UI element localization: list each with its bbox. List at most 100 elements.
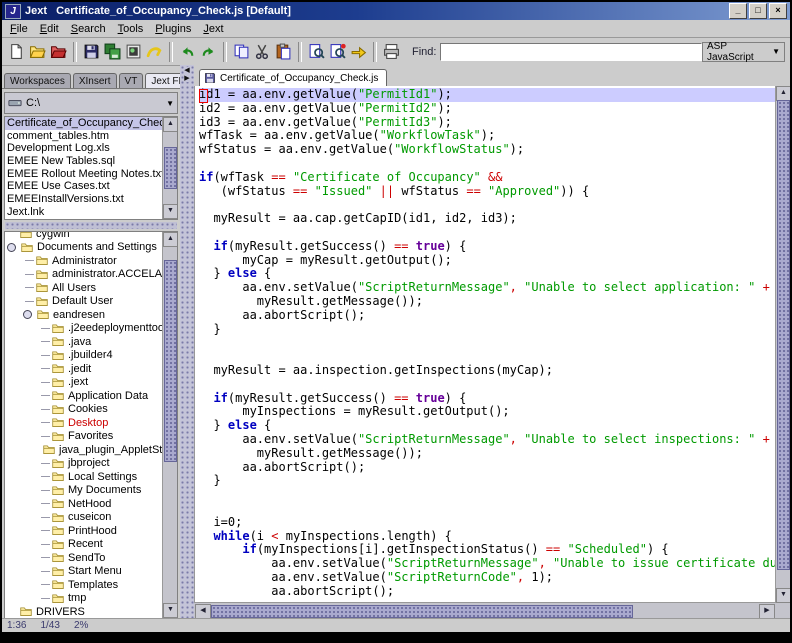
file-item[interactable]: comment_tables.htm (5, 130, 165, 143)
scroll-up-icon[interactable]: ▲ (163, 117, 178, 132)
file-item[interactable]: EMEE Rollout Meeting Notes.txt (5, 168, 165, 181)
goto-line-icon[interactable] (348, 41, 369, 63)
tree-item-application-data[interactable]: Application Data (5, 389, 177, 403)
tree-item-printhood[interactable]: PrintHood (5, 524, 177, 538)
maximize-button[interactable]: □ (749, 3, 767, 19)
code-line (199, 502, 776, 516)
editor-horizontal-scrollbar[interactable]: ◀ ▶ (194, 602, 776, 619)
tree-item-all-users[interactable]: All Users (5, 281, 177, 295)
close-file-icon[interactable] (48, 41, 69, 63)
scroll-up-icon[interactable]: ▲ (163, 232, 178, 247)
tree-item-administrator-accela[interactable]: administrator.ACCELA (5, 268, 177, 282)
tree-item--java[interactable]: .java (5, 335, 177, 349)
find-replace-icon[interactable] (327, 41, 348, 63)
tree-item-jbproject[interactable]: jbproject (5, 457, 177, 471)
file-item[interactable]: EMEEInstallVersions.txt (5, 193, 165, 206)
paste-icon[interactable] (273, 41, 294, 63)
scroll-right-icon[interactable]: ▶ (759, 604, 775, 619)
minimize-button[interactable]: _ (729, 3, 747, 19)
window-controls: _□× (729, 3, 787, 19)
tab-xinsert[interactable]: XInsert (73, 73, 117, 88)
scroll-down-icon[interactable]: ▼ (776, 588, 791, 603)
file-list-scrollbar[interactable]: ▲ ▼ (162, 117, 177, 219)
tree-item-administrator[interactable]: Administrator (5, 254, 177, 268)
tree-item-default-user[interactable]: Default User (5, 295, 177, 309)
tree-item-templates[interactable]: Templates (5, 578, 177, 592)
caret-position: 1:36 (7, 620, 26, 631)
file-item[interactable]: EMEE New Tables.sql (5, 155, 165, 168)
tree-item--jedit[interactable]: .jedit (5, 362, 177, 376)
tree-scrollbar[interactable]: ▲ ▼ (162, 232, 177, 618)
menu-plugins[interactable]: Plugins (151, 22, 199, 36)
file-item[interactable]: EMEE Use Cases.txt (5, 180, 165, 193)
menu-file[interactable]: File (6, 22, 36, 36)
tree-item-start-menu[interactable]: Start Menu (5, 565, 177, 579)
copy-icon[interactable] (231, 41, 252, 63)
tree-item-desktop[interactable]: Desktop (5, 416, 177, 430)
tab-workspaces[interactable]: Workspaces (4, 73, 71, 88)
code-line (199, 488, 776, 502)
find-input[interactable] (440, 43, 702, 61)
tab-vt[interactable]: VT (119, 73, 144, 88)
expand-handle-icon[interactable] (23, 310, 32, 319)
menu-jext[interactable]: Jext (199, 22, 231, 36)
tree-item-favorites[interactable]: Favorites (5, 430, 177, 444)
scrollbar-thumb[interactable] (164, 260, 177, 462)
tree-item-cookies[interactable]: Cookies (5, 403, 177, 417)
tree-item-java-plugin-appletstore[interactable]: java_plugin_AppletStore (5, 443, 177, 457)
save-file-icon[interactable] (81, 41, 102, 63)
tree-item-eandresen[interactable]: eandresen (5, 308, 177, 322)
cut-icon[interactable] (252, 41, 273, 63)
tree-item-sendto[interactable]: SendTo (5, 551, 177, 565)
file-item[interactable]: Development Log.xls (5, 142, 165, 155)
editor-tab[interactable]: Certificate_of_Occupancy_Check.js (199, 69, 387, 86)
editor-vertical-scrollbar[interactable]: ▲ ▼ (775, 86, 790, 603)
sidebar-splitter[interactable] (5, 222, 177, 229)
folder-icon (36, 308, 50, 321)
tree-item-local-settings[interactable]: Local Settings (5, 470, 177, 484)
tree-item-nethood[interactable]: NetHood (5, 497, 177, 511)
tree-item-documents-and-settings[interactable]: Documents and Settings (5, 241, 177, 255)
open-file-icon[interactable] (27, 41, 48, 63)
scroll-down-icon[interactable]: ▼ (163, 204, 178, 219)
menu-tools[interactable]: Tools (114, 22, 152, 36)
scrollbar-thumb[interactable] (164, 147, 177, 189)
save-all-icon[interactable] (102, 41, 123, 63)
scrollbar-thumb[interactable] (777, 100, 790, 570)
undo-icon[interactable] (177, 41, 198, 63)
title-bar[interactable]: J Jext Certificate_of_Occupancy_Check.js… (2, 2, 790, 20)
file-item[interactable]: Certificate_of_Occupancy_Check.js (5, 117, 165, 130)
code-area[interactable]: id1 = aa.env.getValue("PermitId1");id2 =… (194, 86, 776, 603)
reload-icon[interactable] (144, 41, 165, 63)
expand-handle-icon[interactable] (7, 243, 16, 252)
close-button[interactable]: × (769, 3, 787, 19)
print-icon[interactable] (381, 41, 402, 63)
find-icon[interactable] (306, 41, 327, 63)
tree-connector (25, 274, 34, 275)
redo-icon[interactable] (198, 41, 219, 63)
syntax-mode-select[interactable]: ASP JavaScript ▼ (702, 42, 785, 62)
tree-item--jext[interactable]: .jext (5, 376, 177, 390)
menu-search[interactable]: Search (67, 22, 114, 36)
tree-item-cuseicon[interactable]: cuseicon (5, 511, 177, 525)
tree-item-my-documents[interactable]: My Documents (5, 484, 177, 498)
scroll-down-icon[interactable]: ▼ (163, 603, 178, 618)
collapse-right-icon[interactable]: ▶ (184, 75, 189, 82)
tree-item-tmp[interactable]: tmp (5, 592, 177, 606)
new-file-icon[interactable] (6, 41, 27, 63)
snapshot-icon[interactable] (123, 41, 144, 63)
main-splitter[interactable]: ◀ ▶ (180, 65, 194, 619)
tree-item-label: Cookies (68, 403, 108, 415)
drive-selector[interactable]: C:\ ▼ (4, 92, 178, 114)
tree-item-recent[interactable]: Recent (5, 538, 177, 552)
scroll-up-icon[interactable]: ▲ (776, 86, 791, 101)
menu-edit[interactable]: Edit (36, 22, 67, 36)
file-item[interactable]: Jext.lnk (5, 206, 165, 219)
tree-item-drivers[interactable]: DRIVERS (5, 605, 177, 619)
tree-item--j2eedeploymenttool[interactable]: .j2eedeploymenttool (5, 322, 177, 336)
scroll-left-icon[interactable]: ◀ (195, 604, 211, 619)
tree-item--jbuilder4[interactable]: .jbuilder4 (5, 349, 177, 363)
scrollbar-thumb[interactable] (211, 605, 633, 618)
tree-item-cygwin[interactable]: cygwin (5, 231, 177, 241)
collapse-left-icon[interactable]: ◀ (184, 67, 189, 74)
